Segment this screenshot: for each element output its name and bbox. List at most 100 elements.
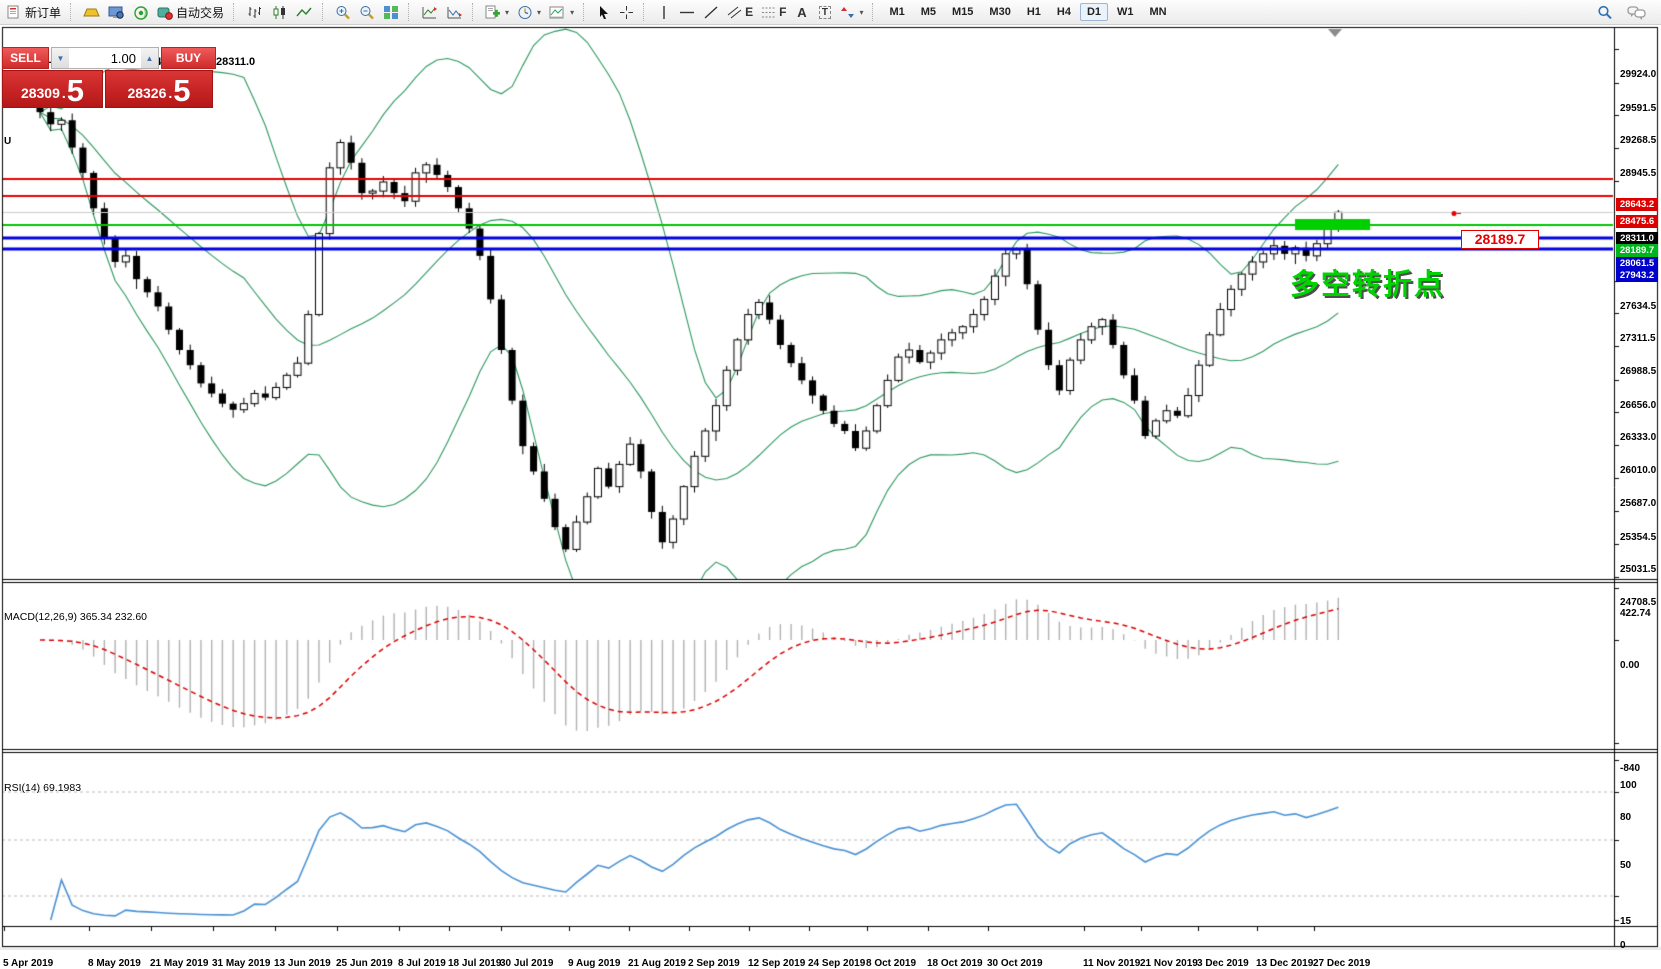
horizontal-line-icon <box>680 11 695 13</box>
buy-button[interactable]: BUY <box>161 47 216 69</box>
date-label: 18 Oct 2019 <box>927 958 983 969</box>
text-tool-button[interactable]: A <box>790 2 813 23</box>
signal-icon <box>134 5 148 20</box>
auto-trading-label: 自动交易 <box>176 5 225 20</box>
zoom-in-button[interactable] <box>331 2 355 23</box>
date-label: 11 Nov 2019 <box>1083 958 1141 969</box>
new-order-button[interactable]: 新订单 <box>3 2 65 23</box>
timeframe-m5[interactable]: M5 <box>914 3 943 21</box>
new-order-icon <box>7 5 19 19</box>
sell-price-int: 28309 <box>20 85 60 101</box>
add-indicator-button[interactable]: ▾ <box>481 2 513 23</box>
timeframe-h4[interactable]: H4 <box>1050 3 1078 21</box>
auto-trading-button[interactable]: 自动交易 <box>153 2 228 23</box>
buy-price-int: 28326 <box>127 85 167 101</box>
timeframe-m30[interactable]: M30 <box>982 3 1017 21</box>
price-callout-label[interactable]: 28189.7 <box>1461 230 1539 249</box>
date-label: 21 Aug 2019 <box>628 958 686 969</box>
tile-windows-icon <box>384 5 399 19</box>
period-selector-button[interactable]: ▾ <box>513 2 545 23</box>
timeframe-group: M1 M5 M15 M30 H1 H4 D1 W1 MN <box>881 3 1174 21</box>
date-label: 25 Jun 2019 <box>336 958 393 969</box>
toolbar-right-icons <box>1593 2 1658 23</box>
date-label: 21 May 2019 <box>150 958 209 969</box>
timeframe-m1[interactable]: M1 <box>882 3 911 21</box>
search-button[interactable] <box>1593 2 1617 23</box>
indicator-window-1-icon <box>422 6 438 18</box>
sell-price-dot: . <box>61 85 66 101</box>
volume-decrease-button[interactable]: ▼ <box>52 48 69 68</box>
candlestick-chart-button[interactable] <box>267 2 292 23</box>
candlestick-chart-icon <box>273 5 286 19</box>
chevron-down-icon: ▾ <box>859 7 864 17</box>
date-label: 9 Aug 2019 <box>568 958 621 969</box>
timeframe-d1[interactable]: D1 <box>1079 3 1109 21</box>
trendline-icon <box>704 5 718 19</box>
chevron-down-icon: ▾ <box>537 7 542 17</box>
chart-canvas[interactable] <box>0 0 1661 950</box>
signal-button[interactable] <box>129 2 153 23</box>
crosshair-tool-button[interactable] <box>615 2 638 23</box>
date-label: 12 Sep 2019 <box>748 958 806 969</box>
zoom-out-button[interactable] <box>355 2 379 23</box>
sell-button[interactable]: SELL <box>2 47 49 69</box>
date-label: 30 Oct 2019 <box>987 958 1043 969</box>
buy-price-dot: . <box>168 85 173 101</box>
date-label: 27 Dec 2019 <box>1313 958 1371 969</box>
channel-tool-button[interactable]: E <box>723 2 757 23</box>
timeframe-mn[interactable]: MN <box>1143 3 1174 21</box>
toolbar-grip <box>872 3 876 21</box>
indicator-window-1-button[interactable] <box>417 2 442 23</box>
cursor-tool-button[interactable] <box>592 2 615 23</box>
zoom-out-icon <box>360 5 374 19</box>
date-label: 13 Dec 2019 <box>1256 958 1314 969</box>
sell-price-display[interactable]: 28309 . 5 <box>2 70 103 108</box>
tile-windows-button[interactable] <box>379 2 403 23</box>
toolbar-grip <box>233 3 237 21</box>
trendline-tool-button[interactable] <box>699 2 723 23</box>
toolbar-grip <box>472 3 476 21</box>
add-indicator-icon <box>485 5 501 18</box>
toolbar-grip <box>322 3 326 21</box>
timeframe-h1[interactable]: H1 <box>1020 3 1048 21</box>
buy-price-display[interactable]: 28326 . 5 <box>105 70 213 108</box>
arrows-tool-button[interactable]: ▾ <box>836 2 867 23</box>
cursor-icon <box>599 5 608 19</box>
toolbar-grip <box>70 3 74 21</box>
gold-ingot-button[interactable] <box>79 2 104 23</box>
volume-input[interactable] <box>69 48 141 68</box>
chevron-down-icon: ▾ <box>570 7 575 17</box>
horizontal-line-tool-button[interactable] <box>675 2 699 23</box>
auto-trading-icon <box>157 7 173 20</box>
volume-increase-button[interactable]: ▲ <box>141 48 158 68</box>
date-label: 5 Apr 2019 <box>3 958 54 969</box>
arrows-icon <box>841 6 855 18</box>
bar-chart-icon <box>248 6 262 18</box>
date-label: 13 Jun 2019 <box>274 958 331 969</box>
new-order-label: 新订单 <box>25 5 62 20</box>
vertical-line-tool-button[interactable] <box>652 2 675 23</box>
timeframe-w1[interactable]: W1 <box>1110 3 1141 21</box>
bar-chart-button[interactable] <box>242 2 267 23</box>
toolbar-grip <box>408 3 412 21</box>
search-icon <box>1598 5 1612 19</box>
terminal-button[interactable] <box>104 2 129 23</box>
buy-price-frac: 5 <box>173 73 191 108</box>
date-label: 18 Jul 2019 <box>448 958 502 969</box>
chat-button[interactable] <box>1623 2 1650 23</box>
toolbar-grip <box>583 3 587 21</box>
clock-icon <box>518 5 532 19</box>
chevron-down-icon: ▾ <box>505 7 510 17</box>
template-button[interactable]: ▾ <box>545 2 578 23</box>
channel-letter: E <box>745 5 754 19</box>
crosshair-icon <box>620 5 634 19</box>
line-chart-button[interactable] <box>292 2 317 23</box>
date-label: 30 Jul 2019 <box>500 958 554 969</box>
annotation-text-cn[interactable]: 多空转折点 <box>1290 269 1445 301</box>
indicator-window-2-button[interactable] <box>442 2 467 23</box>
date-label: 3 Dec 2019 <box>1197 958 1249 969</box>
fibonacci-tool-button[interactable]: F <box>757 2 790 23</box>
timeframe-m15[interactable]: M15 <box>945 3 980 21</box>
label-tool-button[interactable]: T <box>813 2 836 23</box>
date-label: 8 Jul 2019 <box>398 958 446 969</box>
